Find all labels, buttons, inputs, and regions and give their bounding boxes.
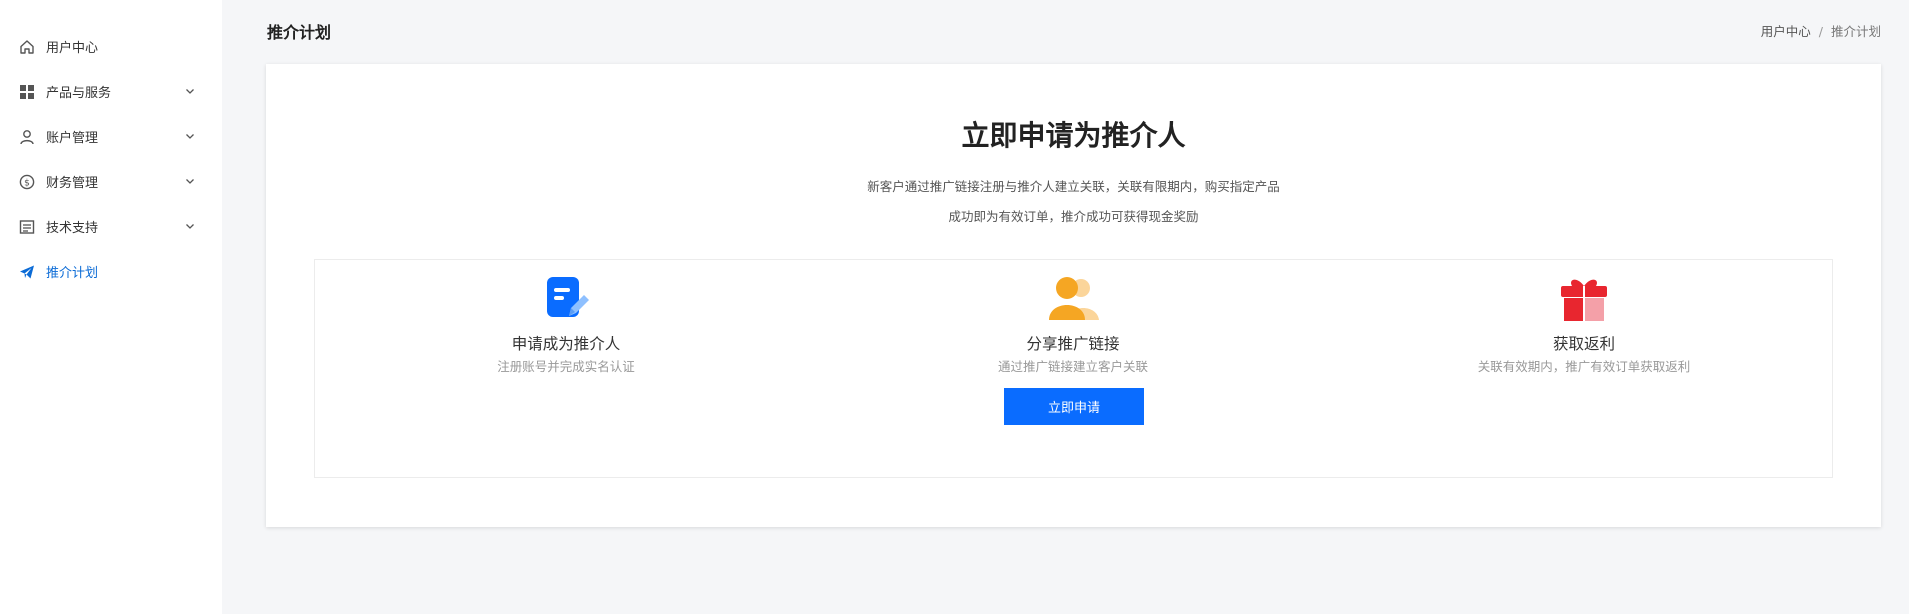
user-icon bbox=[18, 128, 36, 146]
hero-title: 立即申请为推介人 bbox=[961, 119, 1186, 152]
chevron-down-icon[interactable] bbox=[183, 174, 197, 188]
hero-description-line1: 新客户通过推广链接注册与推介人建立关联，关联有限期内，购买指定产品 bbox=[867, 179, 1280, 194]
steps-panel: 申请成为推介人 注册账号并完成实名认证 分享推广链接 通过推广链接建立客户关联 bbox=[314, 259, 1833, 478]
step-rebate: 获取返利 关联有效期内，推广有效订单获取返利 bbox=[1384, 272, 1784, 375]
hero-description-line2: 成功即为有效订单，推介成功可获得现金奖励 bbox=[948, 209, 1199, 224]
step-title: 分享推广链接 bbox=[1026, 335, 1120, 353]
chevron-down-icon[interactable] bbox=[183, 219, 197, 233]
grid-icon bbox=[18, 83, 36, 101]
svg-text:$: $ bbox=[24, 178, 30, 188]
page-title: 推介计划 bbox=[267, 23, 332, 42]
edit-document-icon bbox=[366, 272, 766, 324]
sidebar-item-tech-support[interactable]: 技术支持 bbox=[0, 204, 222, 249]
chevron-down-icon[interactable] bbox=[183, 129, 197, 143]
sidebar-item-label: 用户中心 bbox=[46, 41, 99, 56]
sidebar-item-finance[interactable]: $ 财务管理 bbox=[0, 159, 222, 204]
sidebar: 用户中心 产品与服务 账户管理 $ 财务管理 技术支持 推介计划 bbox=[0, 0, 222, 614]
sidebar-item-account[interactable]: 账户管理 bbox=[0, 114, 222, 159]
breadcrumb-root[interactable]: 用户中心 bbox=[1761, 24, 1811, 39]
users-icon bbox=[873, 272, 1273, 324]
step-description: 通过推广链接建立客户关联 bbox=[997, 359, 1148, 374]
sidebar-item-products[interactable]: 产品与服务 bbox=[0, 69, 222, 114]
main-content: 推介计划 用户中心 / 推介计划 立即申请为推介人 新客户通过推广链接注册与推介人建… bbox=[222, 0, 1909, 614]
paper-plane-icon bbox=[18, 263, 36, 281]
step-title: 申请成为推介人 bbox=[511, 335, 621, 353]
sidebar-item-referral[interactable]: 推介计划 bbox=[0, 249, 222, 294]
step-description: 关联有效期内，推广有效订单获取返利 bbox=[1477, 359, 1691, 374]
step-description: 注册账号并完成实名认证 bbox=[497, 359, 635, 374]
dollar-circle-icon: $ bbox=[18, 173, 36, 191]
chevron-down-icon[interactable] bbox=[183, 84, 197, 98]
sidebar-item-label: 技术支持 bbox=[46, 221, 99, 236]
app-root: 用户中心 产品与服务 账户管理 $ 财务管理 技术支持 推介计划 推介计划 用户… bbox=[0, 0, 1909, 614]
apply-now-button[interactable]: 立即申请 bbox=[1004, 388, 1144, 425]
step-share: 分享推广链接 通过推广链接建立客户关联 bbox=[873, 272, 1273, 375]
referral-card: 立即申请为推介人 新客户通过推广链接注册与推介人建立关联，关联有限期内，购买指定… bbox=[266, 64, 1881, 527]
sidebar-item-label: 财务管理 bbox=[46, 176, 99, 191]
breadcrumb: 用户中心 / 推介计划 bbox=[1761, 21, 1881, 40]
sidebar-item-label: 账户管理 bbox=[46, 131, 99, 146]
step-apply: 申请成为推介人 注册账号并完成实名认证 bbox=[366, 272, 766, 375]
step-title: 获取返利 bbox=[1552, 335, 1615, 353]
breadcrumb-separator: / bbox=[1818, 24, 1823, 39]
document-icon bbox=[18, 218, 36, 236]
home-icon bbox=[18, 38, 36, 56]
sidebar-item-user-center[interactable]: 用户中心 bbox=[0, 24, 222, 69]
breadcrumb-current: 推介计划 bbox=[1830, 24, 1881, 39]
gift-icon bbox=[1384, 272, 1784, 324]
sidebar-item-label: 产品与服务 bbox=[46, 86, 112, 101]
sidebar-item-label: 推介计划 bbox=[46, 266, 99, 281]
